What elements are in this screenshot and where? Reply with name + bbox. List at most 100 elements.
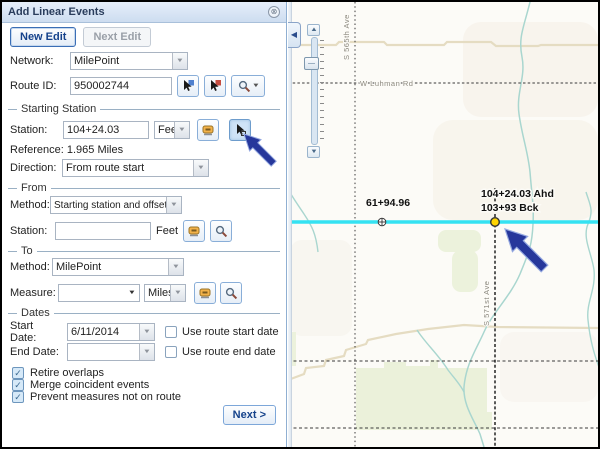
prevent-measures-checkbox[interactable]: ✓	[12, 391, 24, 403]
search-icon	[238, 80, 251, 93]
chevron-down-icon: ▼	[143, 349, 151, 355]
station-label: Station:	[10, 124, 58, 136]
use-route-end-date-checkbox[interactable]: ✓	[165, 346, 177, 358]
land-tint-patch	[290, 240, 352, 336]
from-station-units: Feet	[156, 225, 178, 237]
to-method-select[interactable]: MilePoint ▼	[52, 258, 184, 276]
street-label-luhman: W Luhman Rd	[360, 79, 413, 88]
merge-coincident-checkbox[interactable]: ✓	[12, 379, 24, 391]
slider-down-icon: ▼	[310, 149, 318, 155]
start-date-dropdown-button[interactable]: ▼	[139, 324, 154, 340]
chevron-down-icon: ▼	[170, 202, 178, 208]
to-method-dropdown-button[interactable]: ▼	[168, 259, 183, 275]
chevron-down-icon: ▼	[251, 83, 259, 89]
close-icon[interactable]: ⊗	[268, 6, 280, 18]
add-linear-events-panel: Add Linear Events ⊗ New Edit Next Edit N…	[2, 2, 287, 447]
station-measure-tool-button[interactable]	[197, 119, 219, 141]
measure-combo[interactable]: ▼	[58, 284, 140, 302]
dates-section-label: Dates	[21, 307, 50, 319]
station-label-2-back: 103+93 Bck	[481, 202, 539, 214]
collapse-left-icon: ◀	[291, 31, 297, 39]
end-date-value	[68, 344, 139, 360]
station-units-dropdown-button[interactable]: ▼	[174, 122, 189, 138]
zoom-slider-ticks	[320, 40, 324, 144]
direction-select[interactable]: From route start ▼	[62, 159, 209, 177]
start-date-select[interactable]: 6/11/2014 ▼	[67, 323, 155, 341]
station-input[interactable]	[63, 121, 149, 139]
station-marker-icon	[201, 123, 215, 137]
use-route-start-date-checkbox[interactable]: ✓	[165, 326, 177, 338]
collapse-panel-button[interactable]: ◀	[288, 22, 301, 48]
reference-text: Reference: 1.965 Miles	[10, 144, 123, 156]
measure-units-value: Miles	[145, 285, 170, 301]
app-window: Add Linear Events ⊗ New Edit Next Edit N…	[0, 0, 600, 449]
vegetation-area	[452, 250, 478, 292]
to-section-label: To	[21, 245, 33, 257]
to-method-label: Method:	[10, 261, 52, 273]
slider-up-icon: ▲	[310, 27, 318, 33]
map-viewport[interactable]: 61+94.96 104+24.03 Ahd 103+93 Bck W Luhm…	[288, 2, 600, 447]
network-value: MilePoint	[71, 53, 172, 69]
route-search-menu-button[interactable]: ▼	[231, 75, 265, 97]
measure-units-dropdown-button[interactable]: ▼	[170, 285, 185, 301]
map-canvas: 61+94.96 104+24.03 Ahd 103+93 Bck W Luhm…	[288, 2, 600, 447]
from-section-header: From	[8, 182, 280, 194]
vegetation-area	[356, 360, 492, 430]
retire-overlaps-checkbox[interactable]: ✓	[12, 367, 24, 379]
end-date-select[interactable]: ▼	[67, 343, 155, 361]
route-id-input[interactable]	[70, 77, 172, 95]
selected-station-point[interactable]	[491, 218, 500, 227]
panel-splitter[interactable]	[288, 2, 292, 447]
end-date-dropdown-button[interactable]: ▼	[139, 344, 154, 360]
panel-header: Add Linear Events ⊗	[2, 2, 286, 23]
clear-route-selection-button[interactable]	[204, 75, 226, 97]
from-search-button[interactable]	[210, 220, 232, 242]
measure-dropdown-button[interactable]: ▼	[125, 285, 139, 301]
direction-dropdown-button[interactable]: ▼	[193, 160, 208, 176]
route-id-label: Route ID:	[10, 80, 65, 92]
use-route-start-date-label: Use route start date	[182, 326, 279, 338]
from-measure-tool-button[interactable]	[183, 220, 205, 242]
select-route-on-map-button[interactable]	[177, 75, 199, 97]
starting-station-section-label: Starting Station	[21, 103, 96, 115]
from-method-value: Starting station and offset	[51, 197, 166, 213]
network-label: Network:	[10, 55, 70, 67]
to-method-value: MilePoint	[53, 259, 168, 275]
station-units-value: Feet	[155, 122, 174, 138]
vegetation-area	[438, 230, 481, 252]
pick-station-on-map-button[interactable]	[229, 119, 251, 141]
from-method-label: Method:	[10, 199, 50, 211]
to-section-header: To	[8, 245, 280, 257]
zoom-in-button[interactable]: ▲	[307, 24, 320, 36]
zoom-slider-thumb[interactable]	[304, 57, 319, 70]
zoom-out-button[interactable]: ▼	[307, 146, 320, 158]
network-select[interactable]: MilePoint ▼	[70, 52, 188, 70]
zoom-slider-track[interactable]	[311, 37, 318, 145]
from-section-label: From	[21, 182, 47, 194]
from-method-select[interactable]: Starting station and offset ▼	[50, 196, 182, 214]
from-station-input[interactable]	[55, 222, 151, 240]
network-dropdown-button[interactable]: ▼	[172, 53, 187, 69]
chevron-down-icon: ▼	[178, 127, 186, 133]
merge-coincident-label: Merge coincident events	[30, 379, 149, 391]
station-reference-marker	[378, 218, 386, 226]
dates-section-header: Dates	[8, 307, 280, 319]
street-label-left-ave: S 565th Ave	[342, 14, 351, 60]
direction-value: From route start	[63, 160, 193, 176]
new-edit-button[interactable]: New Edit	[10, 27, 76, 47]
from-method-dropdown-button[interactable]: ▼	[166, 197, 181, 213]
chevron-down-icon: ▼	[174, 290, 182, 296]
direction-label: Direction:	[10, 162, 62, 174]
station-units-select[interactable]: Feet ▼	[154, 121, 190, 139]
next-button[interactable]: Next >	[223, 405, 276, 425]
start-date-label: Start Date:	[10, 320, 62, 344]
station-label-2-ahead: 104+24.03 Ahd	[481, 188, 554, 200]
measure-tool-button[interactable]	[194, 282, 216, 304]
from-station-label: Station:	[10, 225, 50, 237]
chevron-down-icon: ▼	[197, 165, 205, 171]
search-icon	[215, 225, 228, 238]
next-edit-button[interactable]: Next Edit	[83, 27, 151, 47]
station-label-1: 61+94.96	[366, 197, 410, 209]
measure-units-select[interactable]: Miles ▼	[144, 284, 186, 302]
measure-search-button[interactable]	[220, 282, 242, 304]
